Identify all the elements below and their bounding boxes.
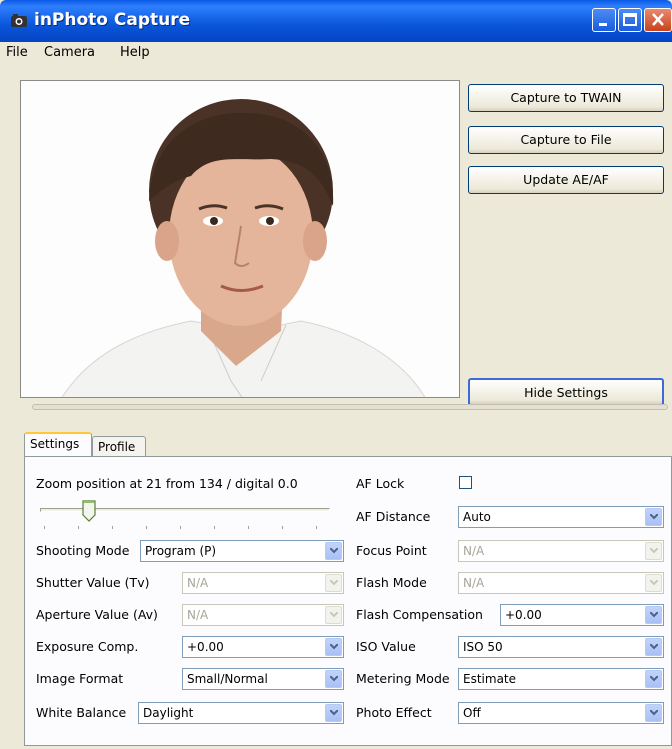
menu-help[interactable]: Help [120,45,150,60]
image-format-select[interactable]: Small/Normal [182,668,344,690]
dropdown-arrow-icon [645,704,662,722]
photo-effect-select[interactable]: Off [458,702,664,724]
slider-tick [214,526,215,529]
shutter-value-label: Shutter Value (Tv) [36,575,150,590]
minimize-button[interactable] [592,8,616,32]
dropdown-arrow-icon [645,638,662,656]
slider-tick [146,526,147,529]
shooting-mode-select[interactable]: Program (P) [140,540,344,562]
dropdown-arrow-icon [645,606,662,624]
image-format-label: Image Format [36,671,124,686]
dropdown-arrow-icon [645,670,662,688]
white-balance-value: Daylight [143,706,194,720]
iso-value-select[interactable]: ISO 50 [458,636,664,658]
flash-compensation-select[interactable]: +0.00 [500,604,664,626]
shutter-value-value: N/A [187,576,209,590]
metering-mode-select[interactable]: Estimate [458,668,664,690]
zoom-position-label: Zoom position at 21 from 134 / digital 0… [36,476,298,491]
aperture-value-value: N/A [187,608,209,622]
shooting-mode-label: Shooting Mode [36,543,130,558]
focus-point-value: N/A [463,544,485,558]
capture-to-twain-button[interactable]: Capture to TWAIN [468,84,664,112]
af-lock-checkbox[interactable] [459,476,472,489]
shutter-value-select[interactable]: N/A [182,572,344,594]
minimize-icon [599,23,607,26]
af-distance-label: AF Distance [356,509,431,524]
focus-point-label: Focus Point [356,543,427,558]
flash-mode-value: N/A [463,576,485,590]
portrait-photo [21,81,459,397]
white-balance-select[interactable]: Daylight [138,702,344,724]
flash-mode-select[interactable]: N/A [458,572,664,594]
slider-tick [44,526,45,529]
dropdown-arrow-icon [325,638,342,656]
slider-tick [248,526,249,529]
dropdown-arrow-icon [645,508,662,526]
dropdown-arrow-icon [325,606,342,624]
exposure-comp-label: Exposure Comp. [36,639,139,654]
flash-compensation-label: Flash Compensation [356,607,483,622]
dropdown-arrow-icon [645,574,662,592]
exposure-comp-select[interactable]: +0.00 [182,636,344,658]
af-distance-value: Auto [463,510,491,524]
aperture-value-select[interactable]: N/A [182,604,344,626]
menu-bar: File Camera Help [0,42,672,64]
dropdown-arrow-icon [325,670,342,688]
white-balance-label: White Balance [36,705,127,720]
menu-file[interactable]: File [6,45,28,60]
dropdown-arrow-icon [325,704,342,722]
zoom-slider-thumb[interactable] [82,500,96,522]
metering-mode-label: Metering Mode [356,671,450,686]
focus-point-select[interactable]: N/A [458,540,664,562]
maximize-icon [623,13,637,26]
close-button[interactable] [644,8,672,32]
photo-effect-label: Photo Effect [356,705,432,720]
maximize-button[interactable] [618,8,642,32]
flash-mode-label: Flash Mode [356,575,427,590]
exposure-comp-value: +0.00 [187,640,224,654]
image-format-value: Small/Normal [187,672,268,686]
slider-tick [112,526,113,529]
dropdown-arrow-icon [325,542,342,560]
update-ae-af-button[interactable]: Update AE/AF [468,166,664,194]
slider-tick [316,526,317,529]
flash-compensation-value: +0.00 [505,608,542,622]
iso-value-value: ISO 50 [463,640,503,654]
dropdown-arrow-icon [325,574,342,592]
camera-app-icon [11,14,27,27]
metering-mode-value: Estimate [463,672,517,686]
menu-camera[interactable]: Camera [44,45,95,60]
af-lock-label: AF Lock [356,476,405,491]
slider-tick [78,526,79,529]
photo-effect-value: Off [463,706,481,720]
aperture-value-label: Aperture Value (Av) [36,607,158,622]
title-bar[interactable]: inPhoto Capture [0,0,672,42]
capture-to-file-button[interactable]: Capture to File [468,126,664,154]
shooting-mode-value: Program (P) [145,544,217,558]
close-icon [652,13,664,26]
hide-settings-button[interactable]: Hide Settings [468,378,664,406]
slider-tick [282,526,283,529]
tab-profile[interactable]: Profile [92,436,146,458]
splitter[interactable] [32,404,668,410]
tab-settings[interactable]: Settings [24,432,92,456]
af-distance-select[interactable]: Auto [458,506,664,528]
window-title: inPhoto Capture [34,10,191,30]
slider-tick [180,526,181,529]
camera-preview [20,80,460,398]
iso-value-label: ISO Value [356,639,416,654]
dropdown-arrow-icon [645,542,662,560]
